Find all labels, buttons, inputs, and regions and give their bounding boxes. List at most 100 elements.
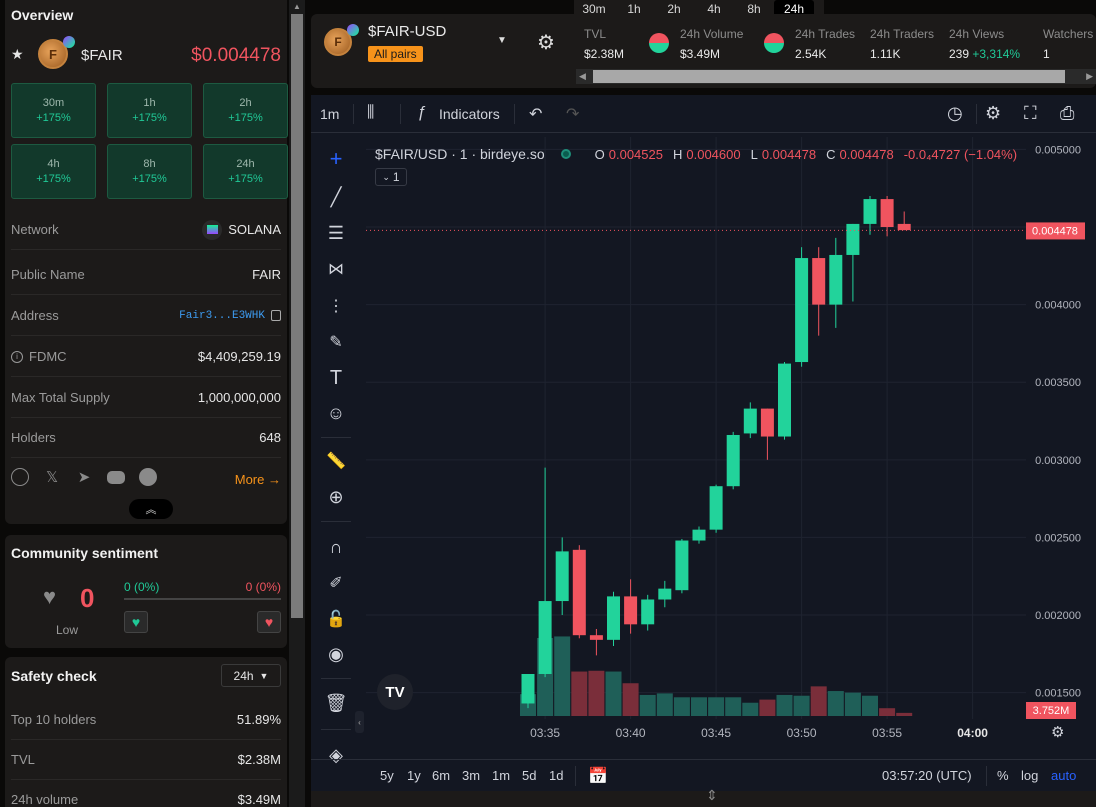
timeframe-card[interactable]: 4h +175% (11, 144, 96, 199)
safety-period-select[interactable]: 24h ▼ (221, 664, 281, 687)
resize-handle-icon[interactable]: ⇕ (706, 787, 718, 804)
scroll-up-icon[interactable]: ▲ (293, 2, 301, 11)
range-6m[interactable]: 6m (432, 768, 450, 783)
x-twitter-icon[interactable]: 𝕏 (43, 468, 61, 486)
left-scrollbar[interactable]: ▲ (289, 0, 305, 807)
bullish-button[interactable]: ♥ (124, 611, 148, 633)
timeframe-card[interactable]: 8h +175% (107, 144, 192, 199)
discord-icon[interactable] (107, 471, 125, 484)
range-1d[interactable]: 1d (549, 768, 563, 783)
lock-drawing-icon[interactable]: ✐ (324, 571, 348, 595)
timeframe-card[interactable]: 30m +175% (11, 83, 96, 138)
camera-icon[interactable]: ⎙ (1060, 103, 1074, 124)
candles-icon[interactable]: ⫼ (367, 104, 374, 122)
volume-bar (776, 694, 793, 716)
timeframe-card[interactable]: 1h +175% (107, 83, 192, 138)
log-toggle[interactable]: log (1021, 768, 1038, 783)
axis-settings-icon[interactable]: ⚙ (1051, 723, 1064, 741)
text-tool-icon[interactable]: T (324, 366, 348, 390)
globe-icon[interactable] (11, 468, 29, 486)
undo-icon[interactable]: ↶ (529, 104, 542, 124)
crosshair-icon[interactable]: + (324, 146, 348, 171)
eye-icon[interactable]: ◉ (324, 642, 348, 666)
stats-scroll-thumb[interactable] (593, 70, 1065, 83)
magnet-icon[interactable]: ∩ (324, 535, 348, 559)
trash-icon[interactable]: 🗑 (324, 691, 348, 715)
bearish-count: 0 (0%) (245, 580, 281, 594)
range-5y[interactable]: 5y (380, 768, 394, 783)
indicators-button[interactable]: Indicators (439, 106, 500, 122)
chart-plot[interactable]: 0.0050000.0045000.0040000.0035000.003000… (366, 137, 1096, 779)
range-1m[interactable]: 1m (492, 768, 510, 783)
prediction-icon[interactable]: ⋮ (324, 294, 348, 318)
zoom-in-icon[interactable]: ⊕ (324, 485, 348, 509)
volume-bar (896, 712, 913, 716)
price-tick-label: 0.002000 (1035, 610, 1081, 622)
all-pairs-button[interactable]: All pairs (368, 46, 423, 62)
utc-time[interactable]: 03:57:20 (UTC) (882, 768, 972, 783)
more-link[interactable]: More → (235, 472, 281, 487)
scrollbar-thumb[interactable] (291, 14, 303, 618)
replay-icon[interactable]: ◷ (947, 103, 963, 124)
telegram-icon[interactable]: ➤ (75, 468, 93, 486)
pair-dropdown-icon[interactable]: ▼ (497, 35, 507, 46)
pattern-icon[interactable]: ⋈ (324, 257, 348, 281)
candle-body (760, 408, 774, 437)
tradingview-logo[interactable]: TV (377, 674, 413, 710)
timeframe-card[interactable]: 24h +175% (203, 144, 288, 199)
resize-strip[interactable]: ⇕ (311, 787, 1096, 807)
address-value[interactable]: Fair3...E3WHK (179, 310, 265, 322)
safety-row-label: Top 10 holders (11, 712, 97, 727)
coingecko-icon[interactable] (139, 468, 157, 486)
price-tick-label: 0.004000 (1035, 300, 1081, 312)
timeframe-card[interactable]: 2h +175% (203, 83, 288, 138)
scroll-left-icon[interactable]: ◀ (579, 71, 586, 82)
address-label: Address (11, 308, 59, 323)
chart-settings-icon[interactable]: ⚙ (985, 103, 1001, 124)
candle-body (863, 199, 877, 224)
tool-divider (321, 678, 351, 679)
info-icon[interactable]: i (11, 350, 23, 363)
timeframe-change: +175% (132, 173, 167, 185)
address-row: Address Fair3...E3WHK (11, 296, 281, 336)
copy-icon[interactable] (271, 310, 281, 321)
stats-scrollbar[interactable]: ◀ ▶ (576, 69, 1096, 84)
stat-value: 239 (949, 47, 970, 61)
legend-collapse-button[interactable]: ⌄ 1 (375, 168, 407, 186)
fdmc-row: i FDMC $4,409,259.19 (11, 337, 281, 377)
timeframe-label: 30m (42, 97, 65, 109)
auto-toggle[interactable]: auto (1051, 768, 1076, 783)
settings-gear-icon[interactable]: ⚙ (537, 30, 555, 55)
fx-icon[interactable]: ƒ (417, 104, 426, 122)
fullscreen-icon[interactable]: ⛶ (1024, 103, 1037, 124)
timeframe-label: 24h (236, 158, 255, 170)
bearish-button[interactable]: ♥ (257, 611, 281, 633)
redo-icon[interactable]: ↷ (566, 104, 579, 124)
volume-bar (862, 695, 878, 716)
timeframe-change: +175% (36, 112, 71, 124)
candle-body (880, 199, 894, 228)
interval-button[interactable]: 1m (320, 106, 339, 122)
bottom-divider (575, 766, 576, 786)
stat-value: $2.38M (584, 47, 625, 61)
range-5d[interactable]: 5d (522, 768, 536, 783)
collapse-button[interactable]: ︽ (129, 499, 173, 519)
brush-icon[interactable]: ✎ (324, 330, 348, 354)
candlestick-chart[interactable]: 0.0050000.0045000.0040000.0035000.003000… (366, 137, 1096, 759)
pair-name: $FAIR-USD (368, 23, 447, 40)
hide-toolbar-icon[interactable]: ‹ (355, 711, 364, 733)
volume-bar (827, 691, 844, 716)
trend-line-icon[interactable]: ╱ (324, 185, 348, 209)
scroll-right-icon[interactable]: ▶ (1086, 71, 1093, 82)
app-root: Overview ★ F $FAIR $0.004478 30m +175% 1h… (0, 0, 1096, 807)
emoji-icon[interactable]: ☺ (324, 401, 348, 425)
percent-toggle[interactable]: % (997, 768, 1009, 783)
range-1y[interactable]: 1y (407, 768, 421, 783)
range-3m[interactable]: 3m (462, 768, 480, 783)
heart-plus-icon: ♥ (131, 614, 141, 630)
fib-retracement-icon[interactable]: ☰ (324, 221, 348, 245)
star-icon[interactable]: ★ (11, 46, 24, 63)
ruler-icon[interactable]: 📏 (324, 449, 348, 473)
unlock-icon[interactable]: 🔓 (324, 607, 348, 631)
date-range-icon[interactable]: 📅 (588, 766, 608, 786)
